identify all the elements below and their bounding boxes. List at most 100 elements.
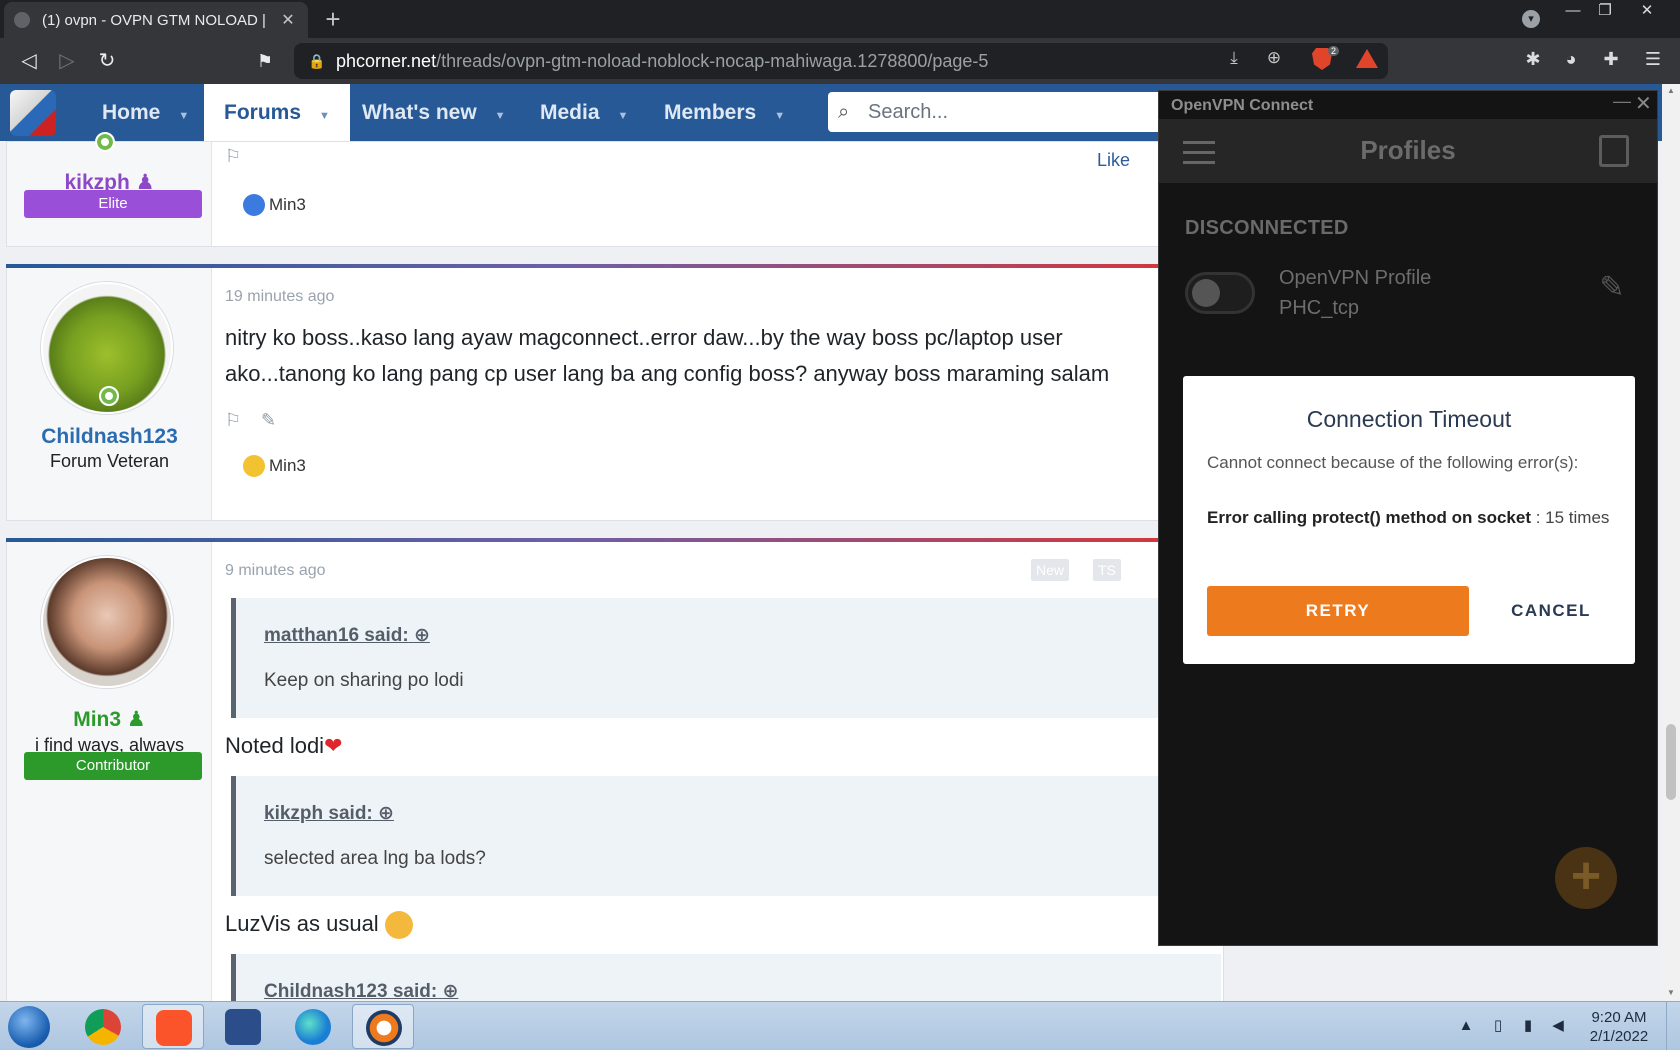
quote-block: matthan16 said: ⊕ Keep on sharing po lod… — [231, 598, 1221, 718]
chevron-down-icon[interactable]: ▼ — [319, 110, 330, 122]
lock-icon: 🔒 — [308, 53, 326, 69]
shield-icon — [225, 1009, 261, 1045]
openvpn-icon — [366, 1010, 402, 1046]
heart-emoji-icon: ❤ — [324, 733, 343, 758]
pleading-emoji-icon — [384, 911, 413, 940]
tab-close-icon[interactable]: ✕ — [278, 10, 298, 30]
post-username[interactable]: Childnash123 — [7, 425, 212, 449]
dialog-error: Error calling protect() method on socket… — [1207, 507, 1617, 529]
like-link[interactable]: Like — [1097, 150, 1130, 171]
page-scrollbar[interactable]: ▲ ▼ — [1662, 84, 1680, 1001]
edit-profile-pencil-icon[interactable]: ✎ — [1595, 271, 1629, 305]
taskbar-openvpn[interactable] — [352, 1004, 414, 1049]
nav-home[interactable]: Home ▼ — [78, 84, 213, 141]
toggle-knob — [1192, 279, 1220, 307]
minimize-window-icon[interactable]: — — [1556, 0, 1590, 24]
post-username[interactable]: Min3 ♟ — [7, 707, 212, 732]
zoom-icon[interactable]: ⊕ — [1262, 46, 1286, 70]
brave-rewards-icon[interactable] — [1356, 49, 1378, 68]
taskbar-clock[interactable]: 9:20 AM 2/1/2022 — [1584, 1008, 1654, 1046]
report-flag-icon[interactable]: ⚐ — [225, 410, 247, 430]
new-tab-button[interactable]: + — [318, 4, 348, 34]
reaction-user: Min3 — [269, 456, 306, 475]
jump-to-quote-icon[interactable]: ⊕ — [378, 803, 394, 824]
profile-name[interactable]: OpenVPN Profile PHC_tcp — [1279, 263, 1431, 323]
error-count: : 15 times — [1531, 508, 1610, 527]
show-desktop-button[interactable] — [1666, 1002, 1680, 1050]
forum-post: kikzph ♟ Elite ⚐ Like Min3 — [6, 132, 1224, 247]
tray-overflow-icon[interactable]: ▲ — [1456, 1016, 1476, 1036]
scrollbar-thumb[interactable] — [1666, 724, 1676, 800]
thread-starter-tag: TS — [1093, 559, 1121, 581]
forward-arrow-icon[interactable]: ▷ — [52, 46, 82, 76]
volume-icon[interactable]: ◀ — [1548, 1016, 1568, 1036]
avatar[interactable] — [41, 556, 173, 688]
openvpn-window-title: OpenVPN Connect — [1171, 97, 1314, 114]
quote-block: Childnash123 said: ⊕ — [231, 954, 1221, 1001]
taskbar-shield-app[interactable] — [212, 1004, 274, 1049]
openvpn-minimize-icon[interactable]: — — [1613, 91, 1631, 112]
post-reactions[interactable]: Min3 — [243, 194, 306, 216]
extensions-puzzle-icon[interactable]: ✚ — [1598, 46, 1624, 72]
nav-media-label: Media — [540, 101, 600, 124]
chevron-down-icon[interactable]: ▼ — [774, 110, 785, 122]
retry-button[interactable]: RETRY — [1207, 586, 1469, 636]
vpn-extension-icon[interactable]: ◕ — [1558, 46, 1584, 72]
import-profile-icon[interactable] — [1599, 135, 1629, 167]
quote-text: selected area lng ba lods? — [264, 848, 486, 869]
windows-taskbar: ▲ ▯ ▮ ◀ 9:20 AM 2/1/2022 — [0, 1001, 1680, 1050]
profiles-title: Profiles — [1360, 135, 1456, 165]
add-profile-button[interactable]: + — [1555, 847, 1617, 909]
site-logo[interactable] — [10, 90, 56, 136]
reload-icon[interactable]: ↻ — [92, 46, 122, 76]
nav-members-label: Members — [664, 101, 757, 124]
close-window-icon[interactable]: ✕ — [1630, 0, 1664, 24]
quote-author[interactable]: matthan16 said: ⊕ — [264, 624, 430, 647]
sad-reaction-icon — [243, 455, 265, 477]
search-placeholder: Search... — [868, 101, 949, 123]
quote-author[interactable]: kikzph said: ⊕ — [264, 802, 394, 825]
scroll-up-icon[interactable]: ▲ — [1666, 86, 1676, 95]
jump-to-quote-icon[interactable]: ⊕ — [414, 625, 430, 646]
taskbar-edge[interactable] — [282, 1004, 344, 1049]
scroll-down-icon[interactable]: ▼ — [1666, 988, 1676, 997]
chevron-down-icon[interactable]: ▼ — [178, 110, 189, 122]
nav-media[interactable]: Media ▼ — [520, 84, 648, 141]
tray-device-icon[interactable]: ▯ — [1488, 1016, 1508, 1036]
url-host: phcorner.net — [336, 51, 437, 71]
nav-forums[interactable]: Forums ▼ — [204, 84, 350, 141]
bat-extension-icon[interactable]: ✱ — [1520, 46, 1546, 72]
report-flag-icon[interactable]: ⚐ — [225, 146, 247, 166]
forum-post: Childnash123 Forum Veteran 19 minutes ag… — [6, 264, 1226, 521]
forum-post: Min3 ♟ i find ways, always Contributor 9… — [6, 538, 1226, 1001]
connection-status: DISCONNECTED — [1185, 217, 1349, 239]
browser-menu-icon[interactable]: ☰ — [1640, 46, 1666, 72]
back-arrow-icon[interactable]: ◁ — [14, 46, 44, 76]
browser-titlebar: (1) ovpn - OVPN GTM NOLOAD | ✕ + ▾ — ❐ ✕ — [0, 0, 1680, 38]
restore-window-icon[interactable]: ❐ — [1588, 0, 1622, 24]
post-body-line: nitry ko boss..kaso lang ayaw magconnect… — [225, 325, 1063, 350]
jump-to-quote-icon[interactable]: ⊕ — [442, 981, 458, 1001]
quote-author[interactable]: Childnash123 said: ⊕ — [264, 980, 458, 1001]
chevron-down-icon[interactable]: ▼ — [618, 110, 629, 122]
download-icon[interactable]: ⤓ — [1222, 46, 1246, 70]
taskbar-brave[interactable] — [142, 1004, 204, 1049]
edit-icon[interactable]: ✎ — [261, 410, 283, 430]
nav-members[interactable]: Members ▼ — [644, 84, 805, 141]
post-reactions[interactable]: Min3 — [243, 455, 306, 477]
cancel-button[interactable]: CANCEL — [1483, 586, 1619, 636]
start-button[interactable] — [8, 1006, 50, 1048]
search-input[interactable]: ⌕ Search... — [828, 92, 1168, 132]
openvpn-close-icon[interactable]: ✕ — [1635, 91, 1652, 116]
taskbar-chrome[interactable] — [72, 1004, 134, 1049]
browser-tab-active[interactable]: (1) ovpn - OVPN GTM NOLOAD | ✕ — [4, 2, 308, 38]
chevron-down-icon[interactable]: ▼ — [495, 110, 506, 122]
nav-whats-new[interactable]: What's new ▼ — [342, 84, 526, 141]
bookmark-icon[interactable]: ⚑ — [250, 46, 280, 76]
tab-search-chevron-icon[interactable]: ▾ — [1522, 10, 1540, 28]
openvpn-header: Profiles — [1159, 119, 1657, 183]
post-timestamp[interactable]: 9 minutes ago — [225, 562, 326, 580]
connection-toggle[interactable] — [1185, 272, 1255, 314]
post-timestamp[interactable]: 19 minutes ago — [225, 288, 334, 306]
network-signal-icon[interactable]: ▮ — [1518, 1016, 1538, 1036]
